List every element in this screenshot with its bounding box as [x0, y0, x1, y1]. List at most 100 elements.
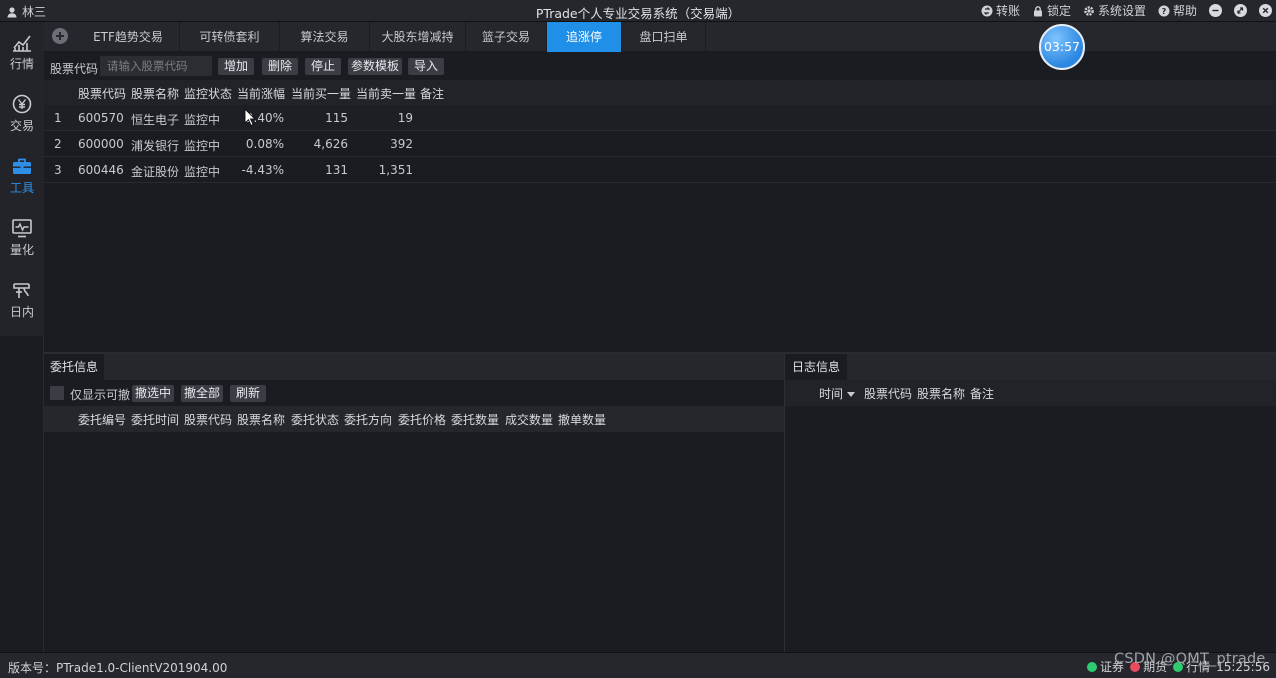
tab-convertible-arbitrage[interactable]: 可转债套利 — [180, 22, 280, 52]
monitor-status: 监控中 — [184, 113, 221, 127]
clock-widget[interactable]: 03:57 — [1039, 24, 1085, 70]
status-dot-icon — [1087, 662, 1098, 672]
add-button[interactable]: 增加 — [218, 58, 254, 75]
change-pct: 0.08% — [245, 137, 284, 151]
stock-name: 金证股份 — [131, 165, 180, 179]
function-tabs: ETF趋势交易 可转债套利 算法交易 大股东增减持 篮子交易 追涨停 盘口扫单 — [44, 22, 1276, 52]
refresh-button[interactable]: 刷新 — [230, 385, 266, 402]
tab-orderbook-sweep[interactable]: 盘口扫单 — [622, 22, 706, 52]
only-cancellable-checkbox[interactable] — [50, 386, 64, 400]
orders-panel-header: 委托信息 — [44, 354, 784, 380]
col-order-status[interactable]: 委托状态 — [291, 411, 339, 428]
add-tab-icon[interactable] — [52, 28, 68, 44]
monitor-status: 监控中 — [184, 139, 221, 153]
table-row[interactable]: 3 600446 金证股份 监控中 -4.43% 131 1,351 — [44, 157, 1276, 183]
col-stock-name[interactable]: 股票名称 — [131, 85, 179, 102]
orders-toolbar: 仅显示可撤 撤选中 撤全部 刷新 — [44, 380, 784, 406]
col-cancelled-qty[interactable]: 撤单数量 — [558, 411, 606, 428]
change-pct: -4.43% — [241, 163, 284, 177]
col-bid1[interactable]: 当前买一量 — [291, 85, 351, 102]
stop-button[interactable]: 停止 — [305, 58, 341, 75]
stock-code-input[interactable] — [100, 56, 212, 76]
monitor-status: 监控中 — [184, 165, 221, 179]
orders-panel-title[interactable]: 委托信息 — [44, 354, 105, 380]
nav-item-intraday[interactable]: 日内 — [0, 270, 44, 332]
help-icon: ? — [1158, 5, 1170, 16]
log-panel-title[interactable]: 日志信息 — [785, 354, 848, 380]
only-cancellable-label: 仅显示可撤 — [70, 388, 131, 402]
col-order-no[interactable]: 委托编号 — [78, 411, 126, 428]
delete-button[interactable]: 删除 — [262, 58, 298, 75]
help-button[interactable]: ? 帮助 — [1158, 2, 1197, 19]
col-monitor-status[interactable]: 监控状态 — [184, 85, 232, 102]
row-index: 1 — [54, 111, 62, 125]
monitor-table: 股票代码 股票名称 监控状态 当前涨幅 当前买一量 当前卖一量 备注 1 600… — [44, 80, 1276, 352]
tab-major-holder[interactable]: 大股东增减持 — [370, 22, 466, 52]
col-order-stock-name[interactable]: 股票名称 — [237, 411, 285, 428]
param-template-button[interactable]: 参数模板 — [348, 58, 402, 75]
close-icon — [1262, 7, 1269, 14]
col-log-time-label: 时间 — [819, 387, 844, 401]
left-nav: 行情 交易 工具 量化 日内 — [0, 22, 44, 336]
col-ask1[interactable]: 当前卖一量 — [356, 85, 416, 102]
nav-item-trade[interactable]: 交易 — [0, 84, 44, 146]
stock-name: 恒生电子 — [131, 113, 180, 127]
nav-label-trade: 交易 — [9, 119, 34, 133]
yen-icon — [12, 94, 32, 114]
nav-item-market[interactable]: 行情 — [0, 22, 44, 84]
maximize-button[interactable] — [1234, 4, 1247, 17]
toolbox-icon — [13, 158, 31, 174]
ask1-volume: 1,351 — [378, 163, 413, 177]
status-bar: 版本号：PTrade1.0-ClientV201904.00 证券 期货 行情 … — [0, 652, 1276, 678]
col-order-time[interactable]: 委托时间 — [131, 411, 179, 428]
orders-table-header: 委托编号 委托时间 股票代码 股票名称 委托状态 委托方向 委托价格 委托数量 … — [44, 406, 784, 432]
col-log-time[interactable]: 时间 — [819, 385, 856, 402]
cancel-all-button[interactable]: 撤全部 — [181, 385, 223, 402]
col-order-price[interactable]: 委托价格 — [398, 411, 446, 428]
mouse-cursor-icon — [244, 108, 256, 126]
col-stock-code[interactable]: 股票代码 — [78, 85, 126, 102]
settings-label: 系统设置 — [1097, 4, 1146, 18]
tab-etf-trend[interactable]: ETF趋势交易 — [77, 22, 180, 52]
col-change[interactable]: 当前涨幅 — [237, 85, 285, 102]
version-text: 版本号：PTrade1.0-ClientV201904.00 — [8, 661, 228, 675]
tab-algo-trading[interactable]: 算法交易 — [280, 22, 370, 52]
chart-line-icon — [13, 35, 31, 52]
svg-text:?: ? — [1162, 7, 1167, 16]
col-order-qty[interactable]: 委托数量 — [451, 411, 499, 428]
stock-code: 600446 — [78, 163, 124, 177]
col-log-stock-code[interactable]: 股票代码 — [864, 385, 912, 402]
log-table-header: 时间 股票代码 股票名称 备注 — [785, 380, 1276, 406]
row-index: 3 — [54, 163, 62, 177]
col-order-side[interactable]: 委托方向 — [344, 411, 392, 428]
nav-item-tools[interactable]: 工具 — [0, 146, 44, 208]
close-button[interactable] — [1259, 4, 1272, 17]
col-log-note[interactable]: 备注 — [970, 385, 994, 402]
table-header: 股票代码 股票名称 监控状态 当前涨幅 当前买一量 当前卖一量 备注 — [44, 80, 1276, 105]
nav-label-tools: 工具 — [9, 181, 34, 195]
row-index: 2 — [54, 137, 62, 151]
nav-item-quant[interactable]: 量化 — [0, 208, 44, 270]
ask1-volume: 392 — [390, 137, 413, 151]
sort-desc-icon — [847, 392, 856, 397]
stock-code: 600000 — [78, 137, 124, 151]
import-button[interactable]: 导入 — [408, 58, 444, 75]
transfer-button[interactable]: 转账 — [981, 2, 1020, 19]
cancel-selected-button[interactable]: 撤选中 — [132, 385, 174, 402]
table-row[interactable]: 2 600000 浦发银行 监控中 0.08% 4,626 392 — [44, 131, 1276, 157]
ask1-volume: 19 — [397, 111, 413, 125]
col-note[interactable]: 备注 — [420, 85, 444, 102]
transfer-label: 转账 — [995, 4, 1020, 18]
table-row[interactable]: 1 600570 恒生电子 监控中 2.40% 115 19 — [44, 105, 1276, 131]
minimize-button[interactable] — [1209, 4, 1222, 17]
minimize-icon — [1212, 9, 1219, 12]
help-label: 帮助 — [1172, 4, 1197, 18]
bid1-volume: 131 — [325, 163, 348, 177]
settings-button[interactable]: 系统设置 — [1083, 2, 1146, 19]
tab-basket-trading[interactable]: 篮子交易 — [466, 22, 547, 52]
lock-button[interactable]: 锁定 — [1032, 2, 1071, 19]
col-order-stock-code[interactable]: 股票代码 — [184, 411, 232, 428]
tab-limit-up-chase[interactable]: 追涨停 — [547, 22, 622, 52]
col-log-stock-name[interactable]: 股票名称 — [917, 385, 965, 402]
col-filled-qty[interactable]: 成交数量 — [505, 411, 553, 428]
